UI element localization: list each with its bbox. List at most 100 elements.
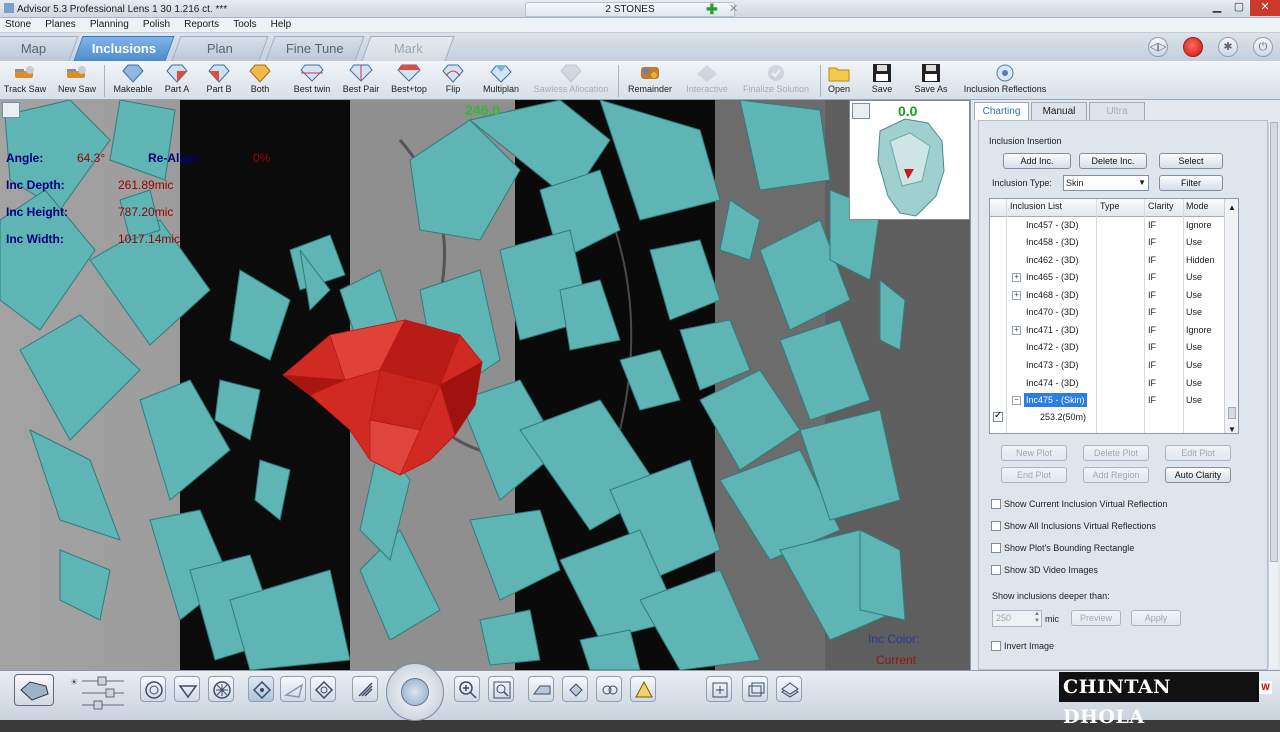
document-tab[interactable]: 2 STONES [525, 2, 735, 17]
scroll-thumb[interactable] [1228, 407, 1236, 419]
panel-scroll-thumb[interactable] [1270, 122, 1278, 562]
table-row[interactable]: Inc472 - (3D) IF Use [990, 339, 1225, 356]
new-plot-button[interactable]: New Plot [1001, 445, 1067, 461]
expand-view-icon[interactable] [2, 102, 20, 118]
power-icon[interactable]: ⏻ [1253, 37, 1273, 57]
best-pair-button[interactable]: Best Pair [338, 62, 384, 94]
rotate-icon[interactable] [401, 678, 429, 706]
window-close-icon[interactable]: ✕ [1250, 0, 1280, 16]
menu-reports[interactable]: Reports [179, 18, 225, 30]
show-bounding-rect-checkbox[interactable] [991, 543, 1001, 553]
plane-2-button[interactable] [562, 676, 588, 702]
table-row-selected[interactable]: − Inc475 - (Skin) IF Use [990, 392, 1225, 409]
table-row[interactable]: Inc470 - (3D) IF Use [990, 304, 1225, 321]
finalize-solution-button[interactable]: Finalize Solution [736, 62, 816, 94]
gem-view-button[interactable] [14, 674, 54, 706]
brightness-sliders[interactable]: ☀ [68, 673, 128, 717]
stack-planes-button[interactable] [776, 676, 802, 702]
maximize-icon[interactable]: ▢ [1228, 0, 1250, 16]
table-row[interactable]: Inc458 - (3D) IF Use [990, 234, 1225, 251]
collapse-icon[interactable]: − [1012, 396, 1021, 405]
close-icon[interactable]: ✕ [729, 2, 738, 15]
part-b-button[interactable]: Part B [200, 62, 238, 94]
tab-inclusions[interactable]: Inclusions [73, 36, 175, 61]
minimize-icon[interactable]: ▁ [1206, 0, 1228, 16]
col-clarity[interactable]: Clarity [1148, 201, 1174, 211]
best-twin-button[interactable]: Best twin [288, 62, 336, 94]
zoom-in-button[interactable] [454, 676, 480, 702]
transform-button[interactable] [706, 676, 732, 702]
scroll-up-icon[interactable]: ▲ [1228, 203, 1236, 212]
new-saw-button[interactable]: New Saw [54, 62, 100, 94]
menu-help[interactable]: Help [266, 18, 298, 30]
tab-plan[interactable]: Plan [171, 36, 269, 61]
open-button[interactable]: Open [824, 62, 854, 94]
pavilion-view-button[interactable] [174, 676, 200, 702]
menu-polish[interactable]: Polish [138, 18, 176, 30]
expand-thumbnail-icon[interactable] [852, 103, 870, 119]
plane-1-button[interactable] [528, 676, 554, 702]
tab-ultra[interactable]: Ultra [1089, 102, 1145, 120]
show-3d-video-checkbox[interactable] [991, 565, 1001, 575]
menu-planning[interactable]: Planning [85, 18, 135, 30]
table-row[interactable]: Inc457 - (3D) IF Ignore [990, 217, 1225, 234]
apply-button[interactable]: Apply [1131, 610, 1181, 626]
table-row[interactable]: + Inc468 - (3D) IF Use [990, 287, 1225, 304]
part-a-button[interactable]: Part A [158, 62, 196, 94]
inclusion-reflections-button[interactable]: Inclusion Reflections [954, 62, 1056, 94]
plane-4-button[interactable] [630, 676, 656, 702]
record-icon[interactable] [1183, 37, 1203, 57]
filter-button[interactable]: Filter [1159, 175, 1223, 191]
measure-button[interactable] [352, 676, 378, 702]
bottom-view-button[interactable] [310, 676, 336, 702]
sawless-allocation-button[interactable]: Sawless Allocation [526, 62, 616, 94]
auto-clarity-button[interactable]: Auto Clarity [1165, 467, 1231, 483]
add-region-button[interactable]: Add Region [1083, 467, 1149, 483]
table-row[interactable]: Inc473 - (3D) IF Use [990, 357, 1225, 374]
multiplan-button[interactable]: Multiplan [478, 62, 524, 94]
back-forward-icon[interactable]: ◁▷ [1148, 37, 1168, 57]
interactive-button[interactable]: Interactive [680, 62, 734, 94]
tab-charting[interactable]: Charting [974, 102, 1029, 120]
table-row[interactable]: Inc462 - (3D) IF Hidden [990, 252, 1225, 269]
side-view-button[interactable] [280, 676, 306, 702]
scroll-down-icon[interactable]: ▼ [1228, 425, 1236, 433]
show-current-reflection-checkbox[interactable] [991, 499, 1001, 509]
both-button[interactable]: Both [242, 62, 278, 94]
table-row[interactable]: + Inc465 - (3D) IF Use [990, 269, 1225, 286]
flip-button[interactable]: Flip [434, 62, 472, 94]
table-row[interactable]: Inc474 - (3D) IF Use [990, 375, 1225, 392]
best-top-button[interactable]: Best+top [386, 62, 432, 94]
remainder-button[interactable]: Remainder [622, 62, 678, 94]
stone-thumbnail[interactable]: 0.0 [849, 100, 970, 220]
tab-fine-tune[interactable]: Fine Tune [265, 36, 365, 61]
plus-icon[interactable]: ✚ [706, 1, 718, 18]
expand-icon[interactable]: + [1012, 326, 1021, 335]
tab-manual[interactable]: Manual [1031, 102, 1087, 120]
table-subrow[interactable]: 253.2(50m) [990, 409, 1225, 426]
col-inclusion-list[interactable]: Inclusion List [1010, 201, 1062, 211]
makeable-button[interactable]: Makeable [108, 62, 158, 94]
plane-3-button[interactable] [596, 676, 622, 702]
depth-spinner[interactable]: 250 ▲ ▼ [992, 610, 1042, 627]
expand-icon[interactable]: + [1012, 273, 1021, 282]
end-plot-button[interactable]: End Plot [1001, 467, 1067, 483]
select-button[interactable]: Select [1159, 153, 1223, 169]
spinner-arrows-icon[interactable]: ▲ ▼ [1034, 611, 1040, 625]
crown-view-button[interactable] [208, 676, 234, 702]
tab-mark[interactable]: Mark [361, 36, 455, 61]
table-row[interactable]: + Inc471 - (3D) IF Ignore [990, 322, 1225, 339]
add-inc-button[interactable]: Add Inc. [1003, 153, 1071, 169]
edit-plot-button[interactable]: Edit Plot [1165, 445, 1231, 461]
expand-icon[interactable]: + [1012, 291, 1021, 300]
save-as-button[interactable]: Save As [910, 62, 952, 94]
tab-map[interactable]: Map [0, 36, 79, 61]
col-type[interactable]: Type [1100, 201, 1120, 211]
3d-viewport[interactable]: 246.0 Angle: 64.3° Re-Align: 0% Inc Dept… [0, 100, 970, 670]
save-button[interactable]: Save [866, 62, 898, 94]
menu-tools[interactable]: Tools [228, 18, 262, 30]
preview-button[interactable]: Preview [1071, 610, 1121, 626]
copy-plane-button[interactable] [742, 676, 768, 702]
panel-scrollbar[interactable] [1268, 122, 1278, 668]
inclusion-type-select[interactable]: Skin ▼ [1063, 175, 1149, 191]
